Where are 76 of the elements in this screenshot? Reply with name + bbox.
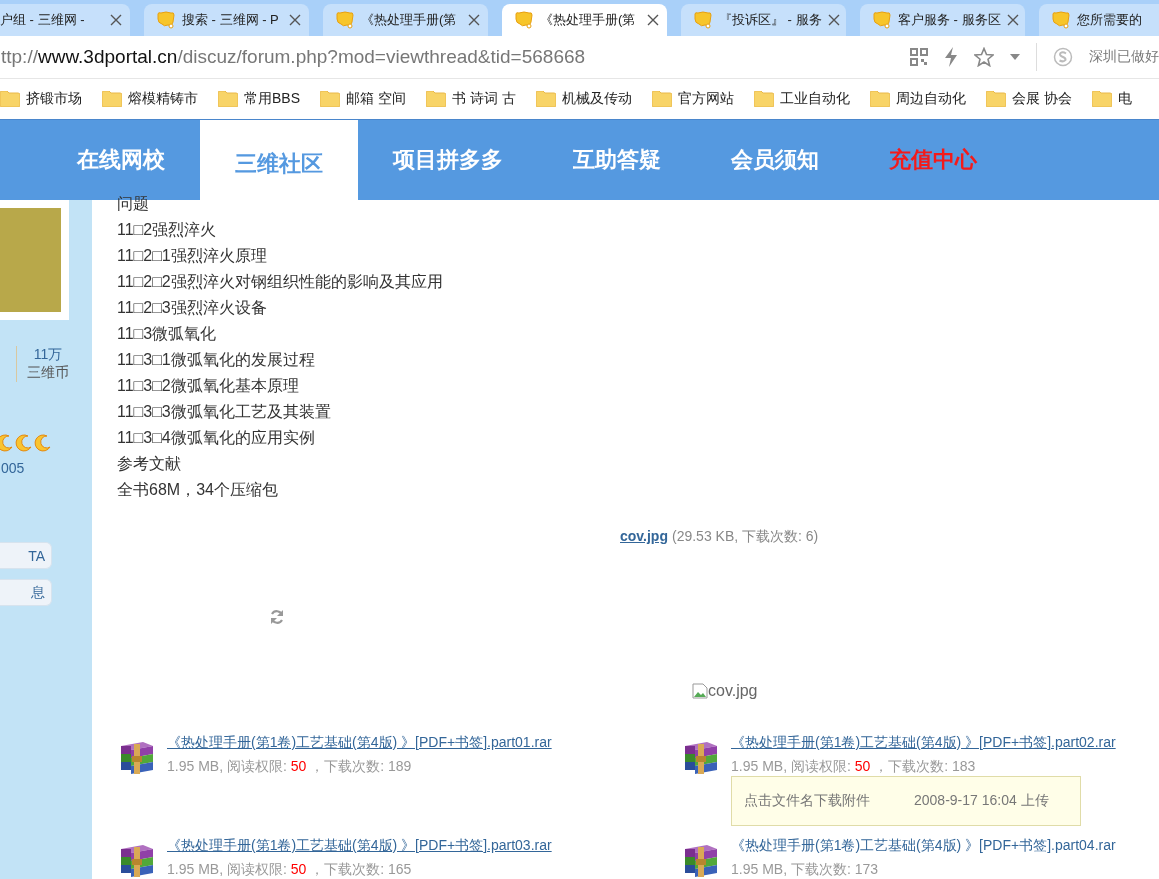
content-line: 11□3□4微弧氧化的应用实例 — [117, 428, 315, 448]
close-icon[interactable] — [110, 14, 122, 26]
attachment-meta: 1.95 MB, 阅读权限: 50 ，下载次数: 189 — [167, 758, 413, 776]
bookmark-item[interactable]: 常用BBS — [218, 90, 300, 108]
content-line: 问题 — [117, 194, 149, 214]
attachment-link[interactable]: 《热处理手册(第1卷)工艺基础(第4版) 》[PDF+书签].part03.rar — [167, 837, 552, 855]
caret-icon[interactable] — [1010, 54, 1020, 60]
profile-button[interactable]: TA — [0, 542, 52, 569]
upload-time: 2008-9-17 16:04 上传 — [914, 792, 1049, 810]
attachment-link[interactable]: cov.jpg — [620, 528, 668, 544]
folder-icon — [320, 91, 340, 107]
bookmark-item[interactable]: 书 诗词 古 — [425, 90, 516, 108]
bookmark-item[interactable]: 会展 协会 — [985, 90, 1072, 108]
folder-icon — [1091, 91, 1112, 107]
bookmark-item[interactable]: 挤锻市场 — [0, 90, 82, 108]
browser-tab[interactable]: 户组 - 三维网 - — [0, 4, 130, 36]
bookmark-item[interactable]: 电 — [1091, 90, 1132, 108]
content-line: 11□2□3强烈淬火设备 — [117, 298, 267, 318]
lightning-icon[interactable] — [944, 47, 958, 67]
content-line: 参考文献 — [117, 454, 181, 474]
folder-icon — [651, 91, 672, 107]
broken-image-icon — [692, 683, 708, 699]
content-line: 11□2□1强烈淬火原理 — [117, 246, 267, 266]
folder-icon — [985, 91, 1006, 107]
attachment-link[interactable]: 《热处理手册(第1卷)工艺基础(第4版) 》[PDF+书签].part04.rar — [731, 837, 1116, 855]
stat-value[interactable]: 11万 — [33, 346, 63, 364]
browser-tab[interactable]: 客户服务 - 服务区 — [860, 4, 1025, 36]
bookmark-item[interactable]: 熔模精铸市 — [102, 90, 198, 108]
folder-icon — [535, 91, 556, 107]
folder-icon — [218, 91, 238, 107]
close-icon[interactable] — [468, 14, 480, 26]
tooltip-hint: 点击文件名下载附件 — [744, 792, 870, 810]
attachment-link[interactable]: 《热处理手册(第1卷)工艺基础(第4版) 》[PDF+书签].part02.rar — [731, 734, 1116, 752]
qr-code-icon[interactable] — [910, 48, 928, 66]
content-line: 11□2强烈淬火 — [117, 220, 217, 240]
browser-tab[interactable]: 『投诉区』 - 服务 — [681, 4, 846, 36]
content-line: 11□2□2强烈淬火对钢组织性能的影响及其应用 — [117, 272, 443, 292]
browser-tab[interactable]: 搜索 - 三维网 - P — [144, 4, 309, 36]
bookmark-item[interactable]: 周边自动化 — [869, 90, 966, 108]
star-icon[interactable] — [974, 47, 994, 67]
browser-tab[interactable]: 您所需要的 — [1039, 4, 1159, 36]
bookmark-item[interactable]: 机械及传动 — [535, 90, 632, 108]
close-icon[interactable] — [647, 14, 659, 26]
moon-icon — [15, 434, 33, 452]
folder-icon — [753, 91, 774, 107]
close-icon[interactable] — [1006, 14, 1019, 26]
image-alt-text: cov.jpg — [708, 682, 758, 700]
moon-icon — [0, 434, 14, 452]
stat-label: 三维币 — [27, 364, 69, 382]
folder-icon — [0, 91, 20, 107]
content-line: 11□3□1微弧氧化的发展过程 — [117, 350, 315, 370]
folder-icon — [102, 91, 122, 107]
content-line: 11□3微弧氧化 — [117, 324, 217, 344]
attachment-details: (29.53 KB, 下载次数: 6) — [671, 528, 819, 544]
address-field[interactable]: ttp://www.3dportal.cn/discuz/forum.php?mod=viewthread&tid=568668 — [1, 46, 894, 68]
attachment-meta: 1.95 MB, 阅读权限: 50 ，下载次数: 165 — [167, 861, 413, 879]
user-id: 005 — [1, 460, 25, 476]
content-line: 全书68M，34个压缩包 — [117, 480, 278, 500]
bookmark-item[interactable]: 工业自动化 — [753, 90, 850, 108]
folder-icon — [425, 91, 446, 107]
profile-button[interactable]: 息 — [0, 579, 52, 606]
moon-icon — [34, 434, 52, 452]
bookmark-item[interactable]: 邮箱 空间 — [320, 90, 406, 108]
attachment-link[interactable]: 《热处理手册(第1卷)工艺基础(第4版) 》[PDF+书签].part01.rar — [167, 734, 552, 752]
attachment-meta: 1.95 MB, 下载次数: 173 — [731, 861, 880, 879]
close-icon[interactable] — [289, 14, 301, 26]
content-line: 11□3□2微弧氧化基本原理 — [117, 376, 299, 396]
attachment-meta: 1.95 MB, 阅读权限: 50 ，下载次数: 183 — [731, 758, 977, 776]
close-icon[interactable] — [827, 14, 840, 26]
content-line: 11□3□3微弧氧化工艺及其装置 — [117, 402, 331, 422]
folder-icon — [869, 91, 890, 107]
browser-tab[interactable]: 《热处理手册(第 — [502, 4, 667, 36]
bookmark-item[interactable]: 官方网站 — [651, 90, 734, 108]
browser-tab[interactable]: 《热处理手册(第 — [323, 4, 488, 36]
refresh-icon[interactable] — [269, 609, 285, 625]
search-suggestion[interactable]: 深圳已做好 — [1089, 48, 1159, 66]
